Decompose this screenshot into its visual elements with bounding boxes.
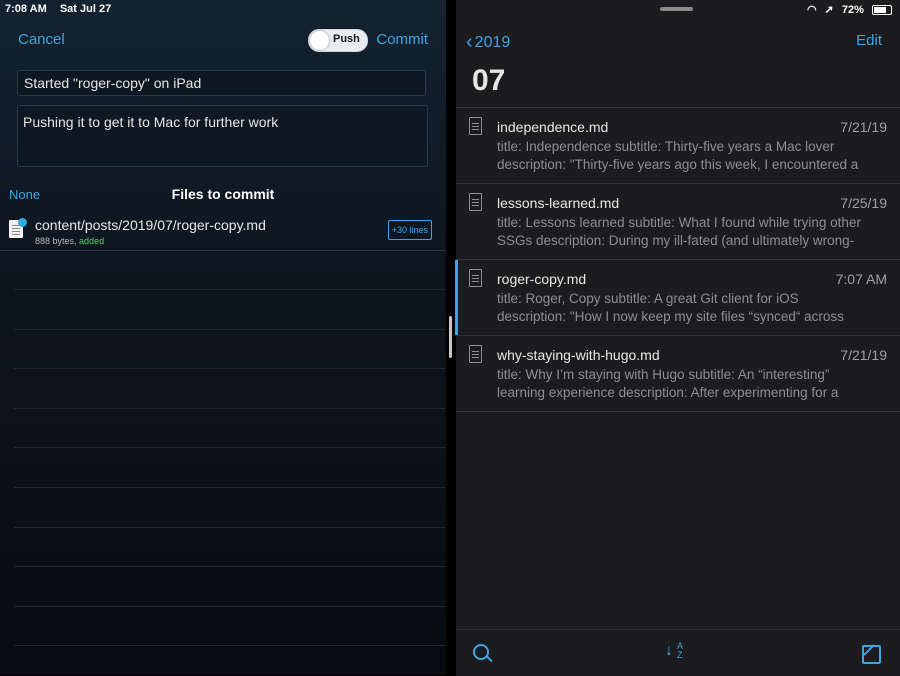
split-view-handle[interactable] xyxy=(449,316,452,358)
list-item[interactable]: why-staying-with-hugo.md 7/21/19 title: … xyxy=(456,335,900,411)
list-item-title: lessons-learned.md xyxy=(497,195,620,211)
empty-row-divider xyxy=(14,645,446,646)
commit-title-field[interactable]: Started "roger-copy" on iPad xyxy=(17,70,426,96)
empty-row-divider xyxy=(14,566,446,567)
list-item-date: 7:07 AM xyxy=(835,271,887,287)
push-label: Push xyxy=(333,33,360,45)
list-item-preview: description: "Thirty-five years ago this… xyxy=(497,157,859,172)
battery-icon xyxy=(872,5,892,16)
edit-button[interactable]: Edit xyxy=(856,32,882,49)
files-to-commit-title: Files to commit xyxy=(171,186,275,202)
list-item-date: 7/21/19 xyxy=(840,347,887,363)
multitasking-grabber[interactable] xyxy=(660,7,693,11)
back-button-label: 2019 xyxy=(474,34,511,51)
list-end-divider xyxy=(456,411,900,412)
browser-toolbar: ‹ 2019 Edit xyxy=(456,30,900,53)
cancel-button[interactable]: Cancel xyxy=(18,31,65,48)
empty-row-divider xyxy=(14,487,446,488)
battery-percent: 72% xyxy=(841,4,864,16)
file-size: 888 bytes, xyxy=(35,236,77,246)
push-toggle-knob xyxy=(310,31,329,50)
commit-description-field[interactable]: Pushing it to get it to Mac for further … xyxy=(17,105,428,167)
list-item-preview: description: "How I now keep my site fil… xyxy=(497,309,844,324)
file-browser: ◠ ➚ 72% ‹ 2019 Edit 07 independence.md 7/… xyxy=(455,0,900,676)
files-header: None Files to commit xyxy=(0,185,446,203)
back-button[interactable]: ‹ 2019 xyxy=(466,30,510,53)
list-item-date: 7/21/19 xyxy=(840,119,887,135)
sort-az-icon[interactable]: ↓ A Z xyxy=(665,642,683,660)
file-list: independence.md 7/21/19 title: Independe… xyxy=(455,107,900,412)
search-icon[interactable] xyxy=(473,644,489,660)
list-item[interactable]: lessons-learned.md 7/25/19 title: Lesson… xyxy=(456,183,900,259)
empty-row-divider xyxy=(14,408,446,409)
bottom-toolbar: ↓ A Z xyxy=(456,629,900,676)
list-item-preview: SSGs description: During my ill-fated (a… xyxy=(497,233,855,248)
compose-icon[interactable] xyxy=(862,645,881,664)
list-item-preview: title: Why I’m staying with Hugo subtitl… xyxy=(497,367,830,382)
file-path: content/posts/2019/07/roger-copy.md xyxy=(35,217,266,233)
empty-row-divider xyxy=(14,329,446,330)
status-time: 7:08 AM xyxy=(5,3,47,15)
list-item[interactable]: independence.md 7/21/19 title: Independe… xyxy=(456,107,900,183)
commit-sheet: 7:08 AM Sat Jul 27 Cancel Push Commit St… xyxy=(0,0,446,675)
status-bar-right: ◠ ➚ 72% xyxy=(802,3,892,16)
file-meta: 888 bytes, added xyxy=(35,236,104,246)
list-item-preview: title: Lessons learned subtitle: What I … xyxy=(497,215,861,230)
document-icon xyxy=(469,269,482,287)
list-item-title: roger-copy.md xyxy=(497,271,587,287)
list-item-date: 7/25/19 xyxy=(840,195,887,211)
file-state: added xyxy=(79,236,105,246)
list-item-preview: title: Independence subtitle: Thirty-fiv… xyxy=(497,139,835,154)
empty-row-divider xyxy=(14,368,446,369)
list-item-title: independence.md xyxy=(497,119,609,135)
empty-row-divider xyxy=(14,447,446,448)
wifi-icon: ◠ xyxy=(806,4,817,16)
commit-button[interactable]: Commit xyxy=(376,31,428,48)
status-date: Sat Jul 27 xyxy=(59,3,112,15)
file-selected-badge-icon xyxy=(18,218,27,227)
commit-toolbar: Cancel Push Commit xyxy=(0,28,446,52)
empty-row-divider xyxy=(14,606,446,607)
list-item-preview: title: Roger, Copy subtitle: A great Git… xyxy=(497,291,799,306)
selection-indicator xyxy=(455,260,458,335)
status-bar-left: 7:08 AM Sat Jul 27 xyxy=(5,3,121,15)
diff-lines-button[interactable]: +30 lines xyxy=(387,220,432,240)
list-item-title: why-staying-with-hugo.md xyxy=(497,347,660,363)
list-item-preview: learning experience description: After e… xyxy=(497,385,839,400)
document-icon xyxy=(469,193,482,211)
document-icon xyxy=(469,117,482,135)
push-toggle[interactable]: Push xyxy=(308,29,368,52)
empty-row-divider xyxy=(14,527,446,528)
folder-title: 07 xyxy=(472,64,506,97)
empty-row-divider xyxy=(14,289,446,290)
chevron-left-icon: ‹ xyxy=(466,31,473,53)
list-item-selected[interactable]: roger-copy.md 7:07 AM title: Roger, Copy… xyxy=(455,259,900,335)
document-icon xyxy=(469,345,482,363)
location-icon: ➚ xyxy=(824,4,834,16)
file-row[interactable]: content/posts/2019/07/roger-copy.md 888 … xyxy=(0,212,446,251)
